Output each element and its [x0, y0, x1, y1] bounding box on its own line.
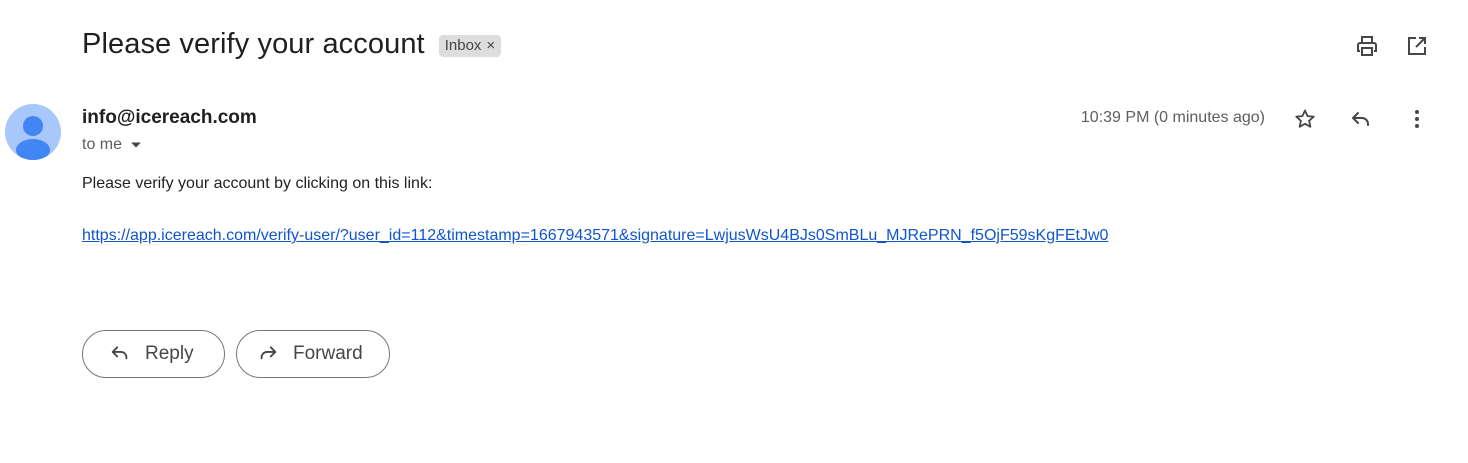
email-subject: Please verify your account — [82, 28, 425, 60]
recipient-label: to me — [82, 136, 123, 153]
open-in-new-window-icon[interactable] — [1404, 33, 1430, 59]
top-actions — [1354, 33, 1430, 59]
reply-forward-actions: Reply Forward — [82, 330, 390, 378]
avatar[interactable] — [5, 104, 61, 160]
remove-label-icon[interactable]: × — [486, 37, 495, 54]
print-icon[interactable] — [1354, 33, 1380, 59]
reply-icon — [109, 340, 131, 368]
verify-link[interactable]: https://app.icereach.com/verify-user/?us… — [82, 227, 1108, 245]
reply-icon[interactable] — [1348, 106, 1374, 132]
reply-button-label: Reply — [145, 343, 194, 364]
sender-actions — [1292, 106, 1430, 132]
forward-button-label: Forward — [293, 343, 363, 364]
forward-button[interactable]: Forward — [236, 330, 390, 378]
email-timestamp: 10:39 PM (0 minutes ago) — [1080, 109, 1265, 126]
reply-button[interactable]: Reply — [82, 330, 225, 378]
label-text: Inbox — [444, 36, 482, 54]
forward-icon — [257, 340, 279, 368]
sender-email[interactable]: info@icereach.com — [82, 107, 257, 129]
caret-down-icon[interactable] — [130, 136, 142, 154]
subject-row: Please verify your account Inbox × — [82, 28, 502, 61]
email-body-text: Please verify your account by clicking o… — [82, 175, 433, 192]
email-view: Please verify your account Inbox × info@… — [0, 0, 1468, 463]
recipient-details-toggle[interactable]: to me — [82, 136, 142, 154]
star-icon[interactable] — [1292, 106, 1318, 132]
more-vertical-icon[interactable] — [1404, 106, 1430, 132]
inbox-label-chip[interactable]: Inbox × — [438, 34, 502, 57]
